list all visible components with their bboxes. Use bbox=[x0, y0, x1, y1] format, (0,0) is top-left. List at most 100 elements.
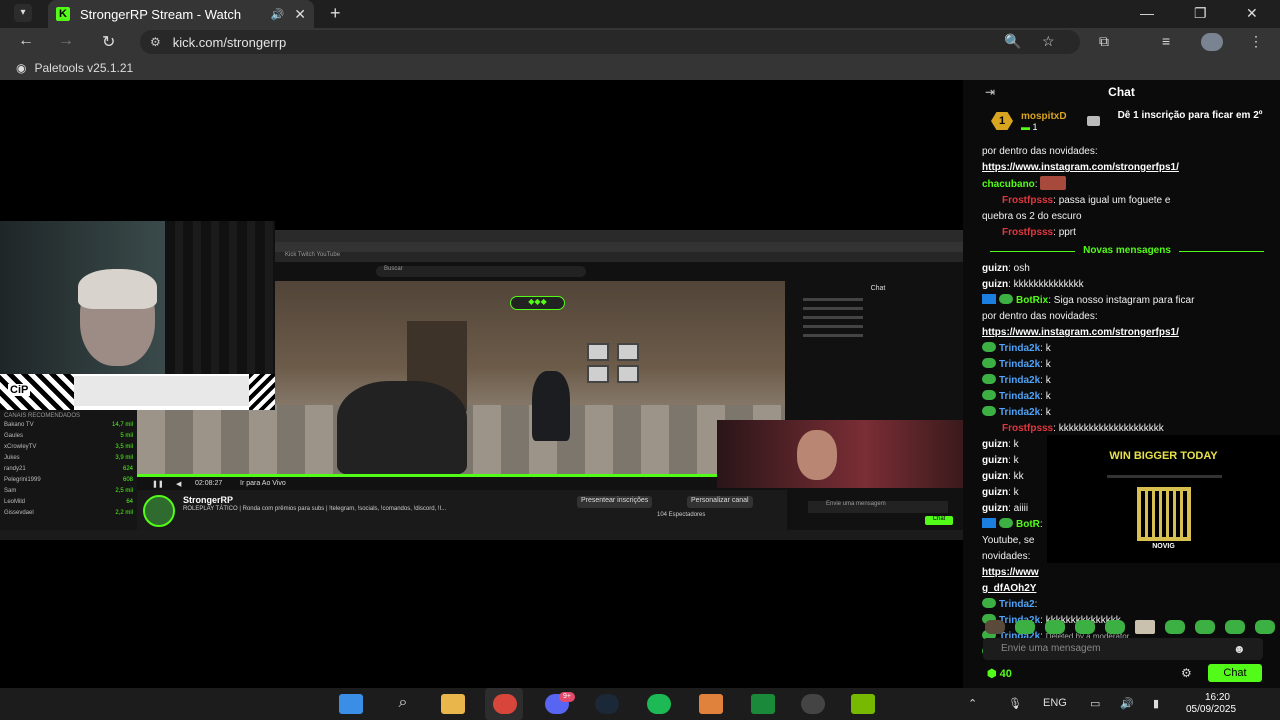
language-indicator[interactable]: ENG bbox=[1043, 697, 1067, 709]
browser-toolbar: ← → ↻ ⚙ kick.com/strongerrp 🔍 ☆ ⧉ ≡ ⋮ bbox=[0, 28, 1280, 56]
emote-icon[interactable] bbox=[1195, 620, 1215, 634]
chat-username[interactable]: guizn bbox=[982, 487, 1008, 498]
close-icon[interactable]: ✕ bbox=[294, 6, 306, 23]
volume-icon[interactable]: 🔊 bbox=[1120, 697, 1134, 710]
nvidia-icon[interactable] bbox=[851, 694, 875, 714]
volume-icon[interactable]: ◀ bbox=[176, 480, 181, 488]
chat-input[interactable]: Envie uma mensagem bbox=[983, 638, 1263, 660]
stream-channel-bar: StrongerRP ROLEPLAY TÁTICO | Ronda com p… bbox=[137, 490, 787, 530]
windows-start-icon[interactable] bbox=[339, 694, 363, 714]
app-icon[interactable] bbox=[699, 694, 723, 714]
windows-taskbar: ⌕ ⌃ 🎙 ENG ▭ 🔊 ▮ 16:20 05/09/2025 bbox=[0, 688, 1280, 720]
send-chat-button[interactable]: Chat bbox=[1208, 664, 1262, 682]
chat-username[interactable]: Frostfpsss bbox=[1002, 195, 1053, 206]
chat-username[interactable]: guizn bbox=[982, 263, 1008, 274]
chat-link[interactable]: https://www bbox=[982, 567, 1039, 578]
chat-username[interactable]: BotRix bbox=[1016, 295, 1048, 306]
stream-inner-chat-line bbox=[803, 334, 863, 337]
menu-icon[interactable]: ⋮ bbox=[1249, 33, 1263, 50]
clock[interactable]: 16:20 05/09/2025 bbox=[1186, 692, 1236, 716]
search-icon[interactable]: ⌕ bbox=[391, 694, 415, 714]
chat-username[interactable]: Trinda2k bbox=[999, 375, 1040, 386]
chat-username[interactable]: guizn bbox=[982, 455, 1008, 466]
chat-username[interactable]: Trinda2k bbox=[999, 407, 1040, 418]
chat-username[interactable]: Frostfpsss bbox=[1002, 423, 1053, 434]
emote-icon[interactable] bbox=[1075, 620, 1095, 634]
chat-username[interactable]: BotR bbox=[1016, 519, 1040, 530]
recommended-channels: CANAIS RECOMENDADOS Bakano TV 14,7 mil Ga… bbox=[0, 410, 137, 530]
chat-username[interactable]: chacubano bbox=[982, 179, 1035, 190]
zoom-icon[interactable]: 🔍 bbox=[1004, 33, 1021, 50]
chat-text: osh bbox=[1013, 263, 1030, 274]
network-icon[interactable]: ▭ bbox=[1090, 697, 1100, 710]
chat-username[interactable]: Trinda2k bbox=[999, 359, 1040, 370]
speaker-icon[interactable]: 🔊 bbox=[271, 8, 285, 21]
restore-icon[interactable]: ❐ bbox=[1194, 5, 1207, 22]
emote-icon[interactable] bbox=[1135, 620, 1155, 634]
progress-bar[interactable] bbox=[137, 474, 717, 477]
emote-icon[interactable] bbox=[1015, 620, 1035, 634]
battery-icon[interactable]: ▮ bbox=[1153, 697, 1159, 710]
rec-channel: Bakano TV 14,7 mil bbox=[4, 422, 133, 428]
browser-tab[interactable]: K StrongerRP Stream - Watch 🔊 ✕ bbox=[48, 0, 314, 28]
app-icon[interactable] bbox=[801, 694, 825, 714]
mic-icon[interactable]: 🎙 bbox=[1008, 697, 1022, 710]
chat-text: kk bbox=[1013, 471, 1024, 482]
chat-username[interactable]: Trinda2k bbox=[999, 391, 1040, 402]
address-bar[interactable]: ⚙ kick.com/strongerrp bbox=[140, 30, 1080, 54]
chat-username[interactable]: guizn bbox=[982, 439, 1008, 450]
chat-text: k bbox=[1045, 375, 1051, 386]
plus-icon[interactable]: + bbox=[330, 3, 341, 24]
chevron-down-icon[interactable]: ▾ bbox=[14, 4, 32, 22]
forward-icon[interactable]: → bbox=[58, 32, 74, 50]
banner-noise bbox=[74, 376, 249, 406]
chat-text: k bbox=[1045, 359, 1051, 370]
chat-username[interactable]: guizn bbox=[982, 471, 1008, 482]
app-icon[interactable] bbox=[751, 694, 775, 714]
go-live-link[interactable]: Ir para Ao Vivo bbox=[240, 480, 286, 487]
back-icon[interactable]: ← bbox=[18, 32, 34, 50]
chat-username[interactable]: guizn bbox=[982, 279, 1008, 290]
gear-icon[interactable]: ⚙ bbox=[1181, 666, 1192, 680]
play-pause-icon[interactable]: ❚❚ bbox=[152, 480, 164, 488]
chat-username[interactable]: Trinda2 bbox=[999, 599, 1035, 610]
extensions-icon[interactable]: ⧉ bbox=[1099, 33, 1109, 50]
extension-label[interactable]: Paletools v25.1.21 bbox=[34, 61, 133, 75]
rec-channel: Gissevdael 2,2 mil bbox=[4, 510, 133, 516]
chat-message: guizn: osh bbox=[982, 261, 1272, 277]
emote-icon[interactable] bbox=[985, 620, 1005, 634]
stream-title: ROLEPLAY TÁTICO | Ronda com prêmios para… bbox=[183, 506, 447, 512]
chat-username[interactable]: guizn bbox=[982, 503, 1008, 514]
chat-message-link: https://www bbox=[982, 565, 1272, 581]
close-window-icon[interactable]: ✕ bbox=[1246, 5, 1258, 22]
chat-message: Trinda2: bbox=[982, 597, 1272, 613]
minimize-icon[interactable]: — bbox=[1140, 5, 1154, 21]
reload-icon[interactable]: ↻ bbox=[102, 32, 115, 52]
emote-icon[interactable] bbox=[1105, 620, 1125, 634]
ad-subtitle bbox=[1107, 475, 1222, 478]
file-explorer-icon[interactable] bbox=[441, 694, 465, 714]
channel-points[interactable]: ⬢ 40 bbox=[987, 667, 1012, 680]
collapse-chat-icon[interactable]: ⇥ bbox=[985, 80, 995, 104]
chat-link[interactable]: https://www.instagram.com/strongerfps1/ bbox=[982, 327, 1179, 338]
chat-link[interactable]: g_dfAOh2Y bbox=[982, 583, 1036, 594]
media-icon[interactable]: ≡ bbox=[1162, 33, 1170, 49]
tune-icon[interactable]: ⚙ bbox=[150, 35, 161, 49]
chat-username[interactable]: Frostfpsss bbox=[1002, 227, 1053, 238]
qr-ad-overlay[interactable]: WIN BIGGER TODAY NOVIG bbox=[1047, 435, 1280, 563]
avatar[interactable] bbox=[1201, 33, 1223, 51]
emote-icon[interactable] bbox=[1225, 620, 1245, 634]
emote-icon[interactable] bbox=[1165, 620, 1185, 634]
steam-icon[interactable] bbox=[595, 694, 619, 714]
chrome-icon[interactable] bbox=[493, 694, 517, 714]
emote-icon[interactable] bbox=[1255, 620, 1275, 634]
chat-link[interactable]: https://www.instagram.com/strongerfps1/ bbox=[982, 162, 1179, 173]
game-picture bbox=[617, 343, 639, 361]
emoji-icon[interactable]: ☻ bbox=[1233, 642, 1246, 656]
chat-username[interactable]: Trinda2k bbox=[999, 343, 1040, 354]
emote-icon[interactable] bbox=[1045, 620, 1065, 634]
star-icon[interactable]: ☆ bbox=[1042, 33, 1055, 50]
pinned-gift-leaderboard[interactable]: 1 mospitxD ▬ 1 Dê 1 inscrição para ficar… bbox=[963, 108, 1280, 140]
spotify-icon[interactable] bbox=[647, 694, 671, 714]
chevron-up-icon[interactable]: ⌃ bbox=[968, 697, 977, 710]
